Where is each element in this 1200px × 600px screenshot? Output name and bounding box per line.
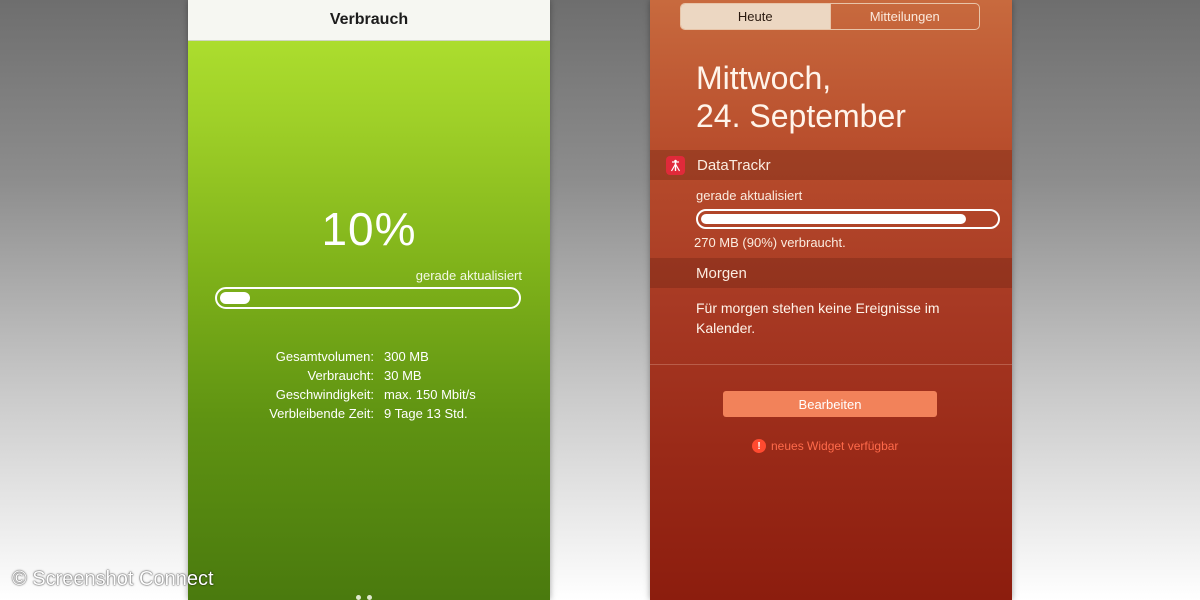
edit-button[interactable]: Bearbeiten bbox=[723, 391, 937, 417]
stat-label: Geschwindigkeit: bbox=[275, 387, 374, 402]
warning-circle-icon: ! bbox=[752, 439, 766, 453]
stat-row: Verbraucht: 30 MB bbox=[188, 366, 550, 385]
stat-label: Verbleibende Zeit: bbox=[269, 406, 374, 421]
tomorrow-label: Morgen bbox=[696, 264, 747, 282]
datatrackr-app-icon bbox=[666, 155, 685, 175]
widget-consumed-text: 270 MB (90%) verbraucht. bbox=[694, 235, 846, 250]
page-dot bbox=[356, 595, 361, 600]
widget-app-name: DataTrackr bbox=[697, 156, 771, 174]
divider bbox=[650, 364, 1012, 365]
stat-row: Geschwindigkeit: max. 150 Mbit/s bbox=[188, 385, 550, 404]
stat-value: 9 Tage 13 Std. bbox=[384, 406, 468, 421]
usage-progress-bar bbox=[215, 287, 521, 309]
usage-percent: 10% bbox=[321, 203, 417, 255]
widget-progress-fill bbox=[701, 214, 966, 224]
nav-title: Verbrauch bbox=[329, 11, 409, 28]
stat-label: Gesamtvolumen: bbox=[275, 349, 374, 364]
date-weekday: Mittwoch, bbox=[696, 60, 832, 96]
new-widget-text: neues Widget verfügbar bbox=[771, 439, 899, 453]
stats-list: Gesamtvolumen: 300 MB Verbraucht: 30 MB … bbox=[188, 347, 550, 423]
tab-today[interactable]: Heute bbox=[681, 4, 830, 29]
update-status: gerade aktualisiert bbox=[415, 268, 522, 283]
usage-progress-fill bbox=[220, 292, 250, 304]
notification-center: Heute Mitteilungen Mittwoch, 24. Septemb… bbox=[650, 0, 1012, 600]
widget-update-status: gerade aktualisiert bbox=[696, 188, 803, 203]
page-indicator[interactable] bbox=[356, 595, 372, 600]
stat-value: max. 150 Mbit/s bbox=[384, 387, 476, 402]
stat-row: Verbleibende Zeit: 9 Tage 13 Std. bbox=[188, 404, 550, 423]
stat-row: Gesamtvolumen: 300 MB bbox=[188, 347, 550, 366]
copyright-watermark: © Screenshot Connect bbox=[12, 568, 214, 590]
segmented-control: Heute Mitteilungen bbox=[680, 3, 980, 30]
widget-header[interactable]: DataTrackr bbox=[650, 150, 1012, 180]
stat-label: Verbraucht: bbox=[307, 368, 375, 383]
tomorrow-text: Für morgen stehen keine Ereignisse im Ka… bbox=[696, 300, 940, 336]
tomorrow-header: Morgen bbox=[650, 258, 1012, 288]
date-day: 24. September bbox=[696, 98, 906, 134]
page-dot bbox=[367, 595, 372, 600]
stat-value: 30 MB bbox=[384, 368, 422, 383]
new-widget-notice[interactable]: ! neues Widget verfügbar bbox=[752, 439, 898, 453]
widget-progress-bar bbox=[696, 209, 1000, 229]
tab-notifications[interactable]: Mitteilungen bbox=[829, 4, 980, 29]
nav-bar: Verbrauch bbox=[188, 0, 550, 41]
stat-value: 300 MB bbox=[384, 349, 429, 364]
consumption-screen: Verbrauch 10% gerade aktualisiert Gesamt… bbox=[188, 0, 550, 600]
